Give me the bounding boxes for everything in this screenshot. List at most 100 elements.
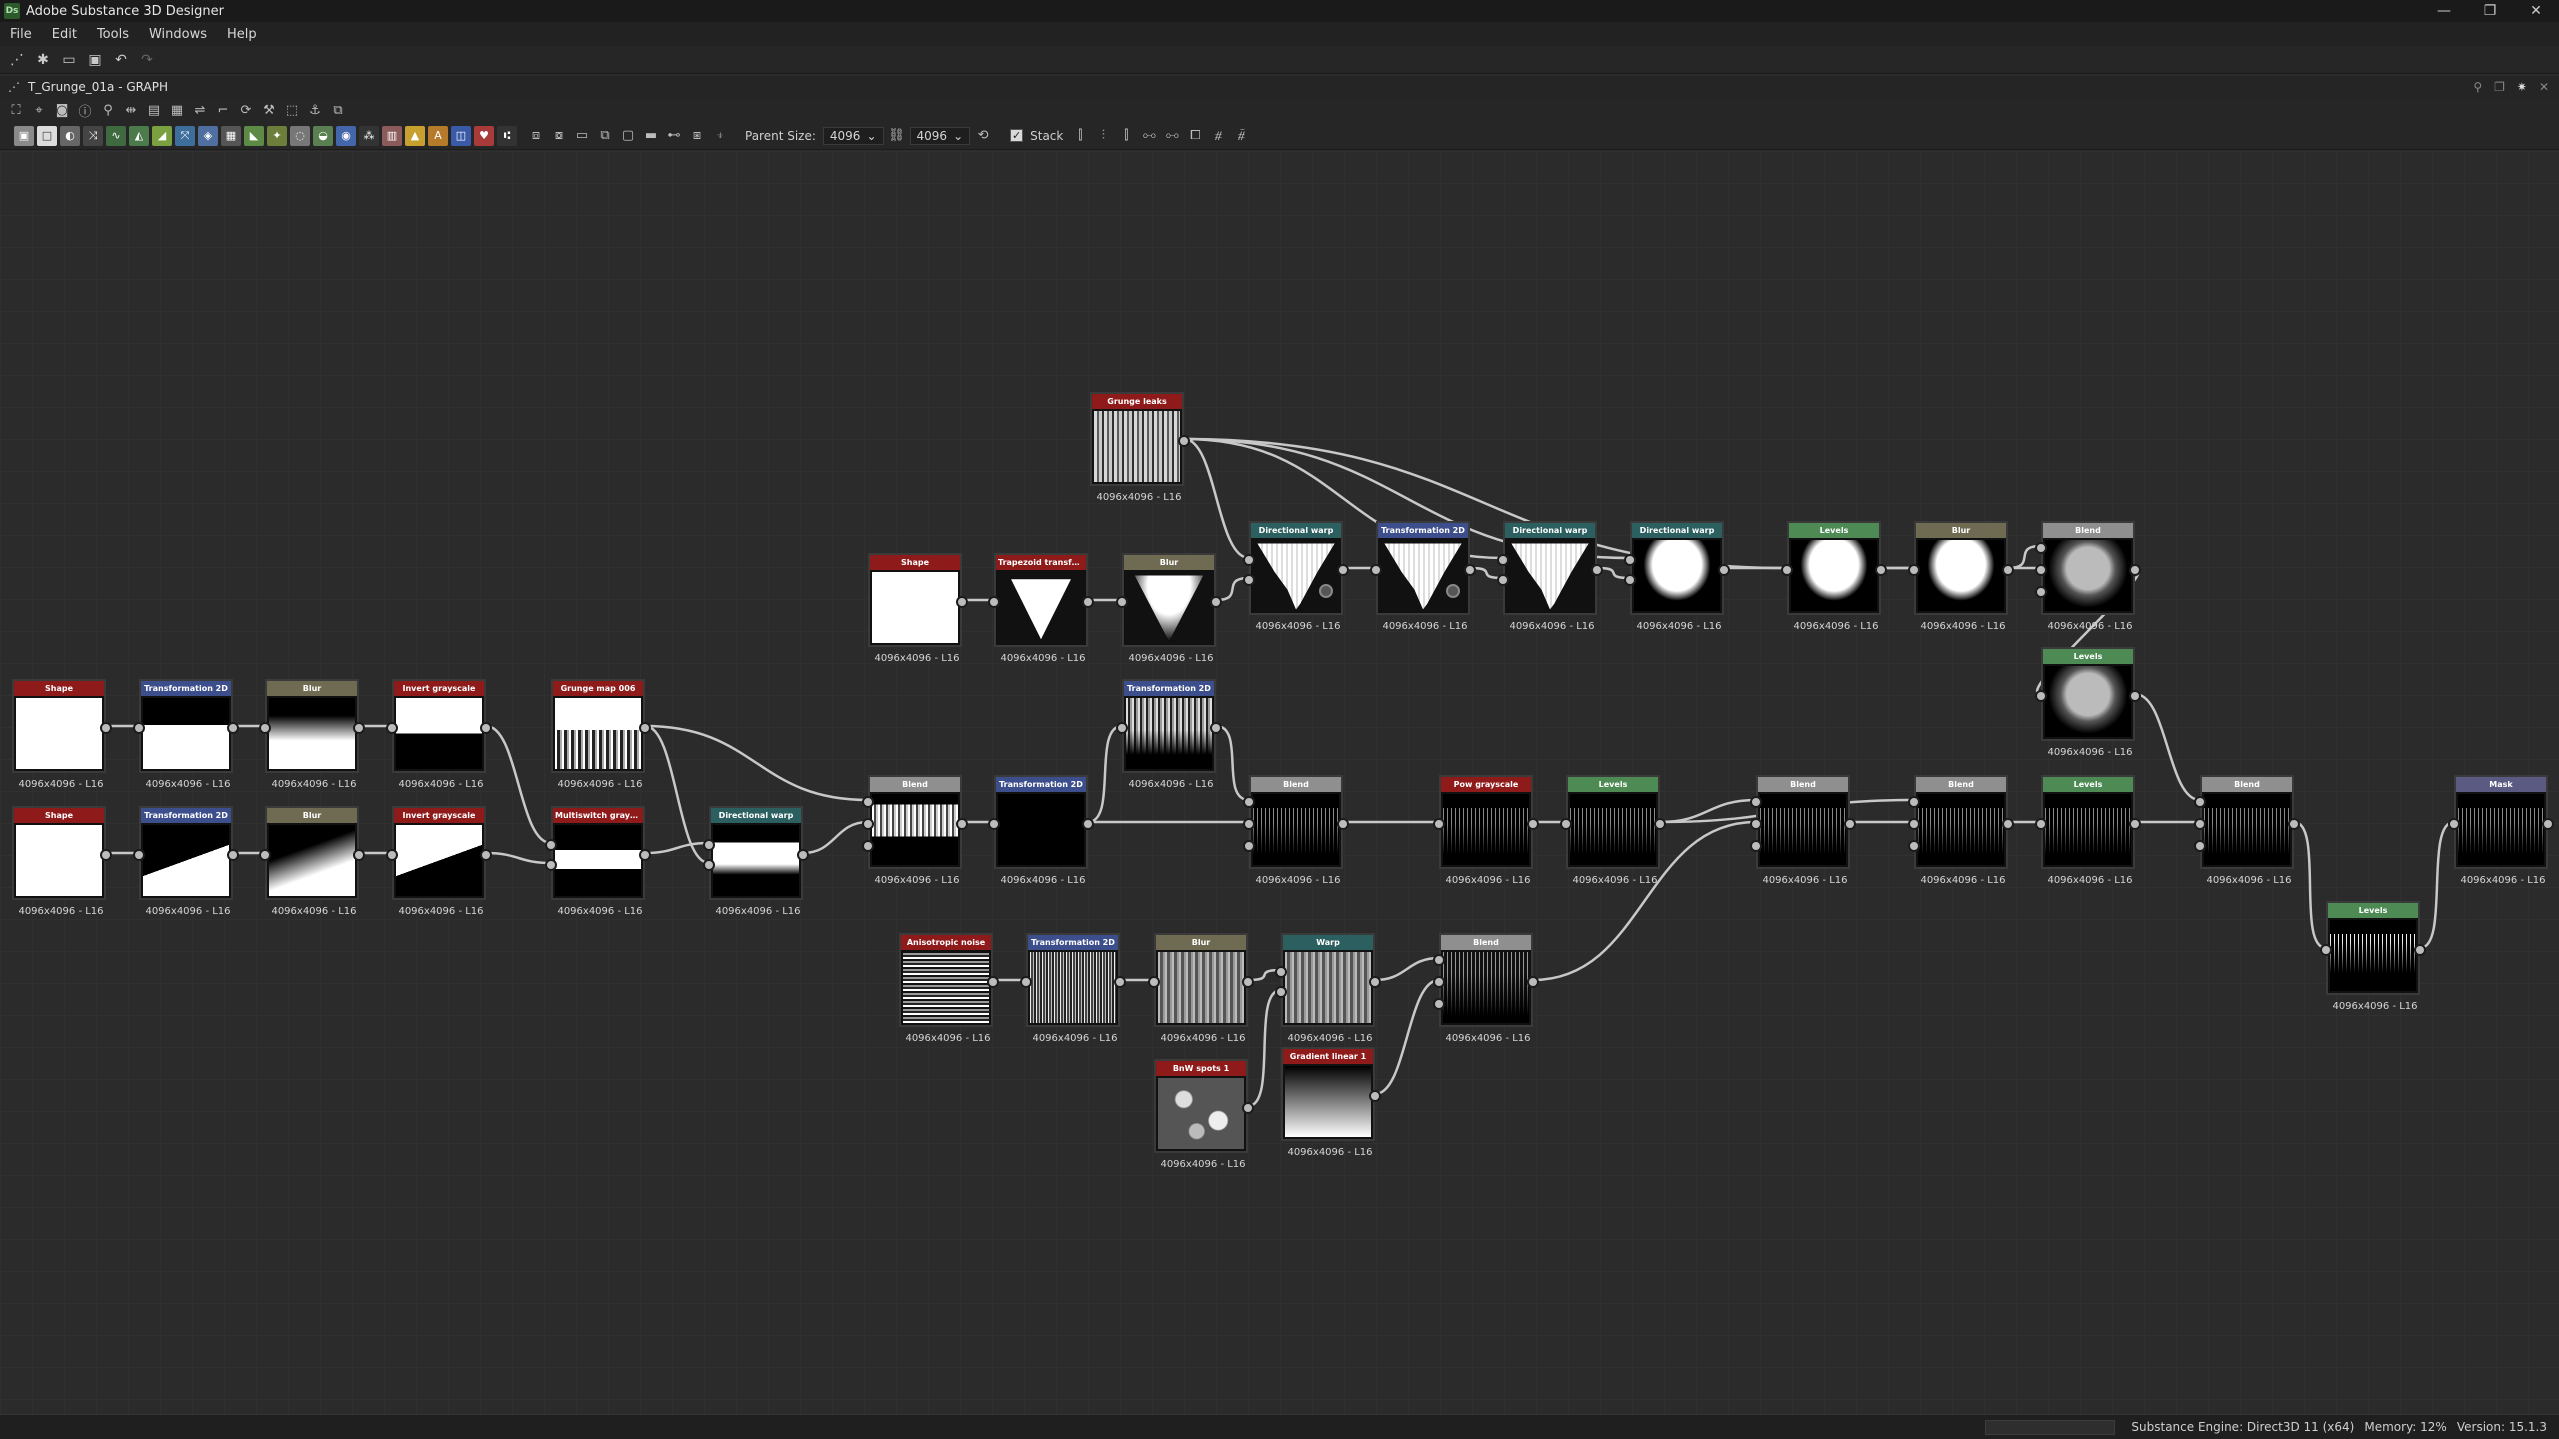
- input-port[interactable]: [1243, 840, 1255, 852]
- connection-wire[interactable]: [1087, 724, 1123, 824]
- link-icon[interactable]: ⇹: [121, 100, 141, 120]
- frame-selected-icon[interactable]: ⌖: [29, 100, 49, 120]
- output-port[interactable]: [2002, 564, 2014, 576]
- input-port[interactable]: [2194, 796, 2206, 808]
- input-port[interactable]: [1750, 796, 1762, 808]
- output-port[interactable]: [1242, 976, 1254, 988]
- input-port[interactable]: [1275, 966, 1287, 978]
- curve-icon[interactable]: ∿: [106, 125, 126, 146]
- blend-node-icon[interactable]: ◐: [60, 125, 80, 146]
- input-port[interactable]: [988, 818, 1000, 830]
- input-port[interactable]: [1433, 818, 1445, 830]
- output-port[interactable]: [227, 849, 239, 861]
- parent-size-select[interactable]: 4096 ⌄: [822, 126, 884, 145]
- input-port[interactable]: [1243, 818, 1255, 830]
- input-port[interactable]: [862, 818, 874, 830]
- input-port[interactable]: [1560, 818, 1572, 830]
- grid-icon[interactable]: ▦: [167, 100, 187, 120]
- input-port[interactable]: [2035, 542, 2047, 554]
- graph-node-grungeleaks[interactable]: Grunge leaks 4096x4096 - L16: [1090, 392, 1190, 503]
- output-port[interactable]: [2002, 818, 2014, 830]
- grid-node-icon[interactable]: ▦: [221, 125, 241, 146]
- menu-help[interactable]: Help: [217, 27, 267, 42]
- ao-icon[interactable]: ◒: [313, 125, 333, 146]
- graph-node-blend3[interactable]: Blend 4096x4096 - L16: [1750, 775, 1856, 886]
- connection-wire[interactable]: [1247, 988, 1282, 1108]
- graph-node-blend6[interactable]: Blend 4096x4096 - L16: [2035, 521, 2141, 632]
- menu-edit[interactable]: Edit: [42, 27, 87, 42]
- output-port[interactable]: [956, 818, 968, 830]
- output-port[interactable]: [1369, 976, 1381, 988]
- output-port[interactable]: [1242, 1102, 1254, 1114]
- graph-node-aniso[interactable]: Anisotropic noise 4096x4096 - L16: [899, 933, 999, 1044]
- graph-node-trans2[interactable]: Transformation 2D 4096x4096 - L16: [133, 806, 239, 917]
- share-icon[interactable]: ⋰: [6, 49, 28, 71]
- minimize-button[interactable]: —: [2421, 0, 2467, 22]
- input-port[interactable]: [259, 849, 271, 861]
- input-port[interactable]: [1370, 564, 1382, 576]
- align-right-icon[interactable]: ⫿: [1116, 126, 1136, 146]
- graph-node-blur5[interactable]: Blur 4096x4096 - L16: [1148, 933, 1254, 1044]
- input-port[interactable]: [2194, 840, 2206, 852]
- input-port[interactable]: [703, 859, 715, 871]
- output-port[interactable]: [480, 722, 492, 734]
- align-center-icon[interactable]: ⫶: [1093, 126, 1113, 146]
- input-port[interactable]: [2035, 586, 2047, 598]
- graph-node-dwarp2[interactable]: Directional warp 4096x4096 - L16: [1497, 521, 1603, 632]
- input-port[interactable]: [1148, 976, 1160, 988]
- graph-node-shape3[interactable]: Shape 4096x4096 - L16: [868, 553, 968, 664]
- align-top-icon[interactable]: ⧟: [1139, 126, 1159, 146]
- fxmap-icon[interactable]: ♥: [474, 125, 494, 146]
- input-port[interactable]: [1750, 818, 1762, 830]
- output-port[interactable]: [2542, 818, 2554, 830]
- distribute-icon[interactable]: ⧠: [1185, 126, 1205, 146]
- undo-icon[interactable]: ↶: [110, 49, 132, 71]
- view-mode-1-icon[interactable]: ⧈: [526, 126, 546, 146]
- graph-node-trans4[interactable]: Transformation 2D 4096x4096 - L16: [1116, 679, 1222, 790]
- input-port[interactable]: [1908, 818, 1920, 830]
- input-port[interactable]: [1275, 986, 1287, 998]
- output-port[interactable]: [1178, 435, 1190, 447]
- output-port[interactable]: [1337, 818, 1349, 830]
- graph-node-levels2[interactable]: Levels 4096x4096 - L16: [2035, 775, 2141, 886]
- output-port[interactable]: [100, 849, 112, 861]
- output-port[interactable]: [353, 722, 365, 734]
- pin-node-icon[interactable]: ⍖: [710, 126, 730, 146]
- graph-node-levels5[interactable]: Levels 4096x4096 - L16: [2035, 647, 2141, 758]
- new-package-icon[interactable]: ✱: [32, 49, 54, 71]
- graph-node-blend2[interactable]: Blend 4096x4096 - L16: [1243, 775, 1349, 886]
- connection-wire[interactable]: [485, 851, 552, 865]
- graph-canvas[interactable]: Shape 4096x4096 - L16 Transformation 2D 409…: [0, 151, 2559, 1414]
- output-port[interactable]: [639, 722, 651, 734]
- pin-icon[interactable]: ⚲: [2473, 80, 2482, 94]
- output-port[interactable]: [1527, 976, 1539, 988]
- output-port[interactable]: [1844, 818, 1856, 830]
- output-port[interactable]: [2129, 818, 2141, 830]
- graph-node-trans5[interactable]: Transformation 2D 4096x4096 - L16: [1370, 521, 1476, 632]
- snap-icon[interactable]: ⌐: [213, 100, 233, 120]
- output-port[interactable]: [353, 849, 365, 861]
- stack-checkbox[interactable]: ✓: [1010, 129, 1024, 142]
- levels-icon[interactable]: ◭: [129, 125, 149, 146]
- panel-close-icon[interactable]: ✕: [2539, 80, 2549, 94]
- graph-node-shape2[interactable]: Shape 4096x4096 - L16: [12, 806, 112, 917]
- output-port[interactable]: [797, 849, 809, 861]
- binary-icon[interactable]: ⁂: [359, 125, 379, 146]
- settings-icon[interactable]: ✷: [2517, 80, 2527, 94]
- size-select[interactable]: 4096 ⌄: [909, 126, 971, 145]
- output-port[interactable]: [987, 976, 999, 988]
- layout-icon[interactable]: ⧉: [328, 100, 348, 120]
- graph-node-dwarp1[interactable]: Directional warp 4096x4096 - L16: [1243, 521, 1349, 632]
- color-wheel-icon[interactable]: ◉: [336, 125, 356, 146]
- input-port[interactable]: [1433, 954, 1445, 966]
- reset-icon[interactable]: ⟲: [973, 126, 993, 146]
- snap-grid-icon[interactable]: ⧣: [1208, 126, 1228, 146]
- connection-wire[interactable]: [802, 820, 869, 855]
- fx-icon[interactable]: ✦: [267, 125, 287, 146]
- refresh-icon[interactable]: ⟳: [236, 100, 256, 120]
- menu-windows[interactable]: Windows: [139, 27, 217, 42]
- output-port[interactable]: [2129, 564, 2141, 576]
- input-port[interactable]: [1433, 976, 1445, 988]
- input-port[interactable]: [1908, 796, 1920, 808]
- restore-icon[interactable]: ❐: [2494, 80, 2505, 94]
